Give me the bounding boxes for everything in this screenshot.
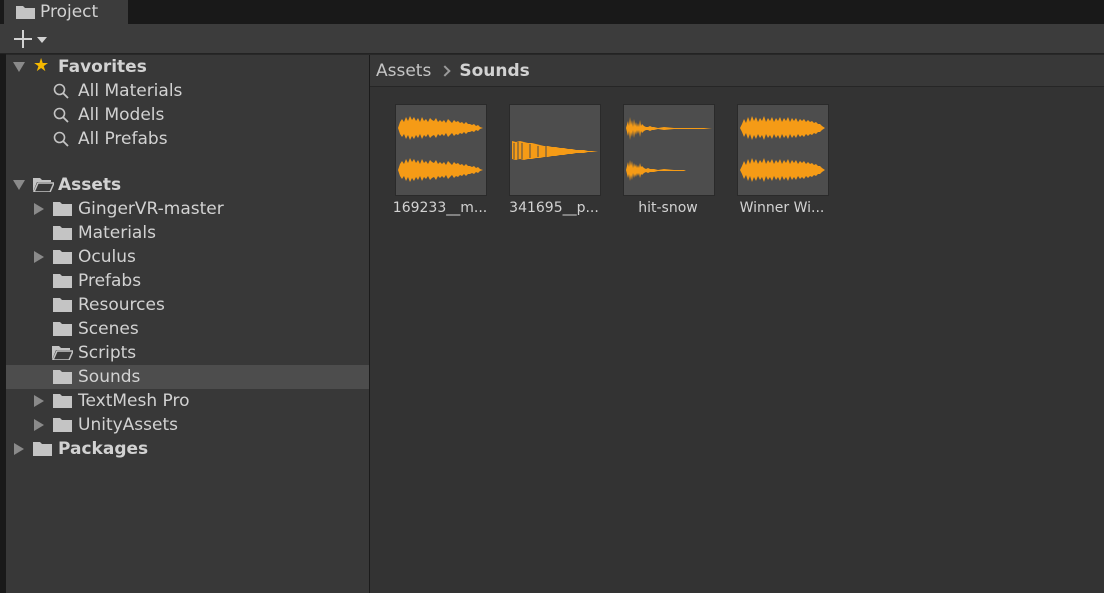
expand-arrow-icon[interactable]	[13, 180, 25, 190]
asset-tile[interactable]: Winner Wi...	[732, 104, 832, 234]
audio-waveform-icon	[623, 104, 715, 196]
create-button[interactable]	[14, 27, 54, 51]
folder-open-icon	[33, 178, 54, 192]
breadcrumb-sounds[interactable]: Sounds	[459, 61, 529, 81]
tree-label: Scripts	[78, 343, 137, 363]
folder-tree[interactable]: ★ Favorites All Materials All Models All…	[6, 55, 369, 593]
tree-item-oculus[interactable]: Oculus	[6, 245, 369, 269]
tree-item-scenes[interactable]: Scenes	[6, 317, 369, 341]
asset-label: Winner Wi...	[739, 200, 825, 216]
tree-item-scripts[interactable]: Scripts	[6, 341, 369, 365]
tree-item-prefabs[interactable]: Prefabs	[6, 269, 369, 293]
search-icon	[53, 131, 69, 147]
tree-label: Resources	[78, 295, 165, 315]
audio-waveform-icon	[509, 104, 601, 196]
plus-icon	[14, 30, 32, 48]
tree-item-unityassets[interactable]: UnityAssets	[6, 413, 369, 437]
tree-label: TextMesh Pro	[78, 391, 190, 411]
tree-label: Assets	[58, 175, 122, 195]
tree-item-assets[interactable]: Assets	[6, 173, 369, 197]
tree-label: UnityAssets	[78, 415, 178, 435]
tree-item-gingervr-master[interactable]: GingerVR-master	[6, 197, 369, 221]
tree-label: GingerVR-master	[78, 199, 224, 219]
folder-icon	[53, 298, 72, 312]
tree-label: All Materials	[78, 81, 183, 101]
asset-tile[interactable]: 341695__p...	[504, 104, 604, 234]
folder-icon	[53, 394, 72, 408]
tree-item-all-models[interactable]: All Models	[6, 103, 369, 127]
folder-icon	[53, 202, 72, 216]
tree-label: Sounds	[78, 367, 141, 387]
tree-item-all-prefabs[interactable]: All Prefabs	[6, 127, 369, 151]
tree-label: Packages	[58, 439, 149, 459]
folder-icon	[53, 370, 72, 384]
tree-label: Prefabs	[78, 271, 142, 291]
tree-item-sounds[interactable]: Sounds	[6, 365, 369, 389]
chevron-right-icon	[439, 65, 451, 77]
folder-icon	[53, 418, 72, 432]
folder-open-icon	[52, 346, 73, 360]
search-icon	[53, 107, 69, 123]
audio-waveform-icon	[737, 104, 829, 196]
tree-item-favorites[interactable]: ★ Favorites	[6, 55, 369, 79]
search-icon	[53, 83, 69, 99]
toolbar	[0, 24, 1104, 54]
folder-icon	[53, 322, 72, 336]
folder-icon	[53, 250, 72, 264]
expand-arrow-icon[interactable]	[34, 203, 44, 215]
asset-label: 341695__p...	[509, 200, 599, 216]
folder-icon	[53, 274, 72, 288]
tree-label: Oculus	[78, 247, 136, 267]
audio-waveform-icon	[395, 104, 487, 196]
asset-tile[interactable]: 169233__m...	[390, 104, 490, 234]
expand-arrow-icon[interactable]	[13, 62, 25, 72]
tree-label: Materials	[78, 223, 156, 243]
caret-down-icon	[37, 37, 47, 43]
tree-label: Scenes	[78, 319, 139, 339]
asset-browser: Assets Sounds 169233__m... 341695__p...	[370, 55, 1104, 593]
tab-label: Project	[40, 2, 99, 22]
folder-icon	[33, 442, 52, 456]
asset-label: 169233__m...	[392, 200, 488, 216]
expand-arrow-icon[interactable]	[14, 443, 24, 455]
breadcrumb-assets[interactable]: Assets	[376, 61, 431, 81]
star-icon: ★	[33, 55, 50, 76]
asset-tile[interactable]: hit-snow	[618, 104, 718, 234]
expand-arrow-icon[interactable]	[34, 251, 44, 263]
tab-project[interactable]: Project	[4, 0, 128, 24]
breadcrumb: Assets Sounds	[370, 55, 1104, 87]
tree-item-textmesh-pro[interactable]: TextMesh Pro	[6, 389, 369, 413]
folder-icon	[16, 6, 35, 19]
tree-label: All Models	[78, 105, 165, 125]
tree-label: Favorites	[58, 57, 147, 77]
tree-item-all-materials[interactable]: All Materials	[6, 79, 369, 103]
tree-item-packages[interactable]: Packages	[6, 437, 369, 461]
tree-label: All Prefabs	[78, 129, 168, 149]
tree-item-materials[interactable]: Materials	[6, 221, 369, 245]
asset-label: hit-snow	[638, 200, 698, 216]
expand-arrow-icon[interactable]	[34, 395, 44, 407]
tree-item-resources[interactable]: Resources	[6, 293, 369, 317]
tab-bar: Project	[0, 0, 1104, 24]
expand-arrow-icon[interactable]	[34, 419, 44, 431]
folder-icon	[53, 226, 72, 240]
